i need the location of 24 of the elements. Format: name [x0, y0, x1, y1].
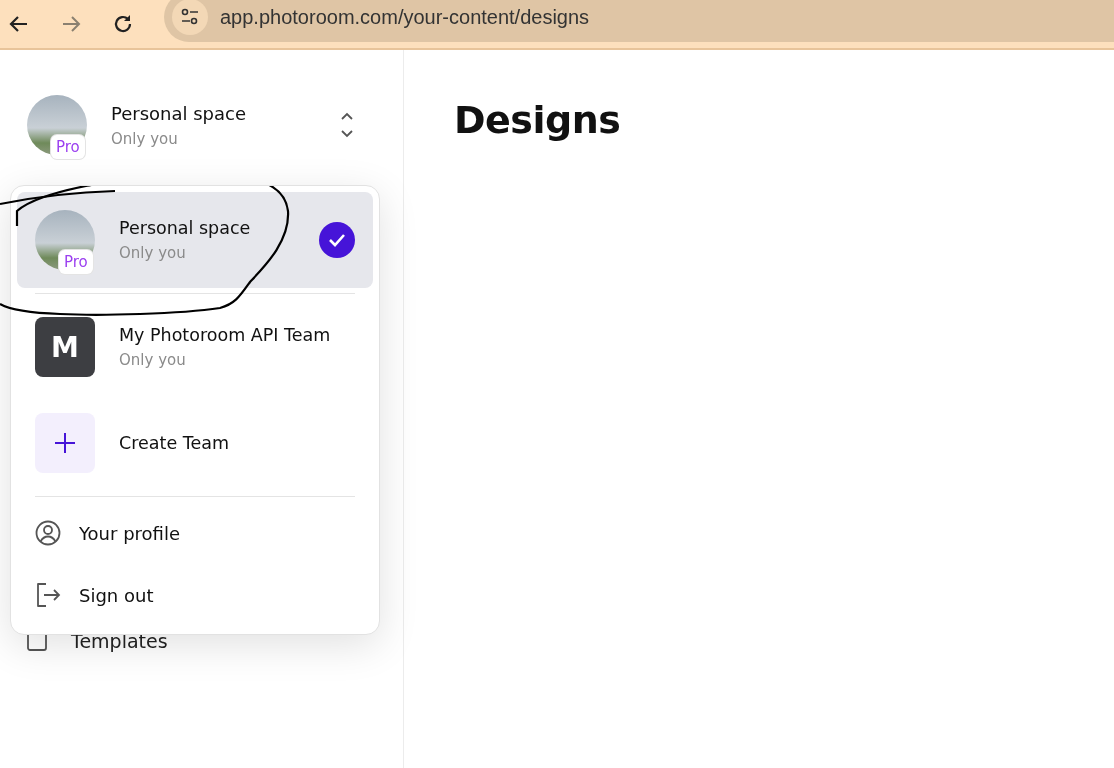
site-settings-icon[interactable]	[172, 0, 208, 35]
team-initial: M	[35, 317, 95, 377]
user-icon	[35, 520, 61, 546]
space-name: My Photoroom API Team	[119, 325, 332, 345]
plan-badge: Pro	[51, 135, 85, 159]
url-text: app.photoroom.com/your-content/designs	[220, 5, 590, 29]
space-option[interactable]: Pro Personal space Only you	[17, 192, 373, 288]
check-icon	[319, 222, 355, 258]
menu-item[interactable]: Sign out	[17, 564, 373, 626]
space-option[interactable]: M My Photoroom API Team Only you	[17, 299, 373, 395]
space-subtitle: Only you	[111, 129, 179, 148]
space-name: Personal space	[119, 218, 252, 238]
chevron-up-down-icon[interactable]	[340, 111, 354, 139]
address-bar[interactable]: app.photoroom.com/your-content/designs	[164, 0, 1114, 42]
page-title: Designs	[454, 98, 622, 142]
space-name: Personal space	[111, 102, 248, 124]
menu-item[interactable]: Your profile	[17, 502, 373, 564]
reload-icon[interactable]	[112, 13, 134, 35]
create-team-option[interactable]: Create Team	[17, 395, 373, 491]
space-subtitle: Only you	[119, 244, 187, 262]
sign-out-icon	[35, 582, 61, 608]
space-subtitle: Only you	[119, 351, 187, 369]
plus-icon	[35, 413, 95, 473]
plan-badge: Pro	[59, 250, 93, 274]
